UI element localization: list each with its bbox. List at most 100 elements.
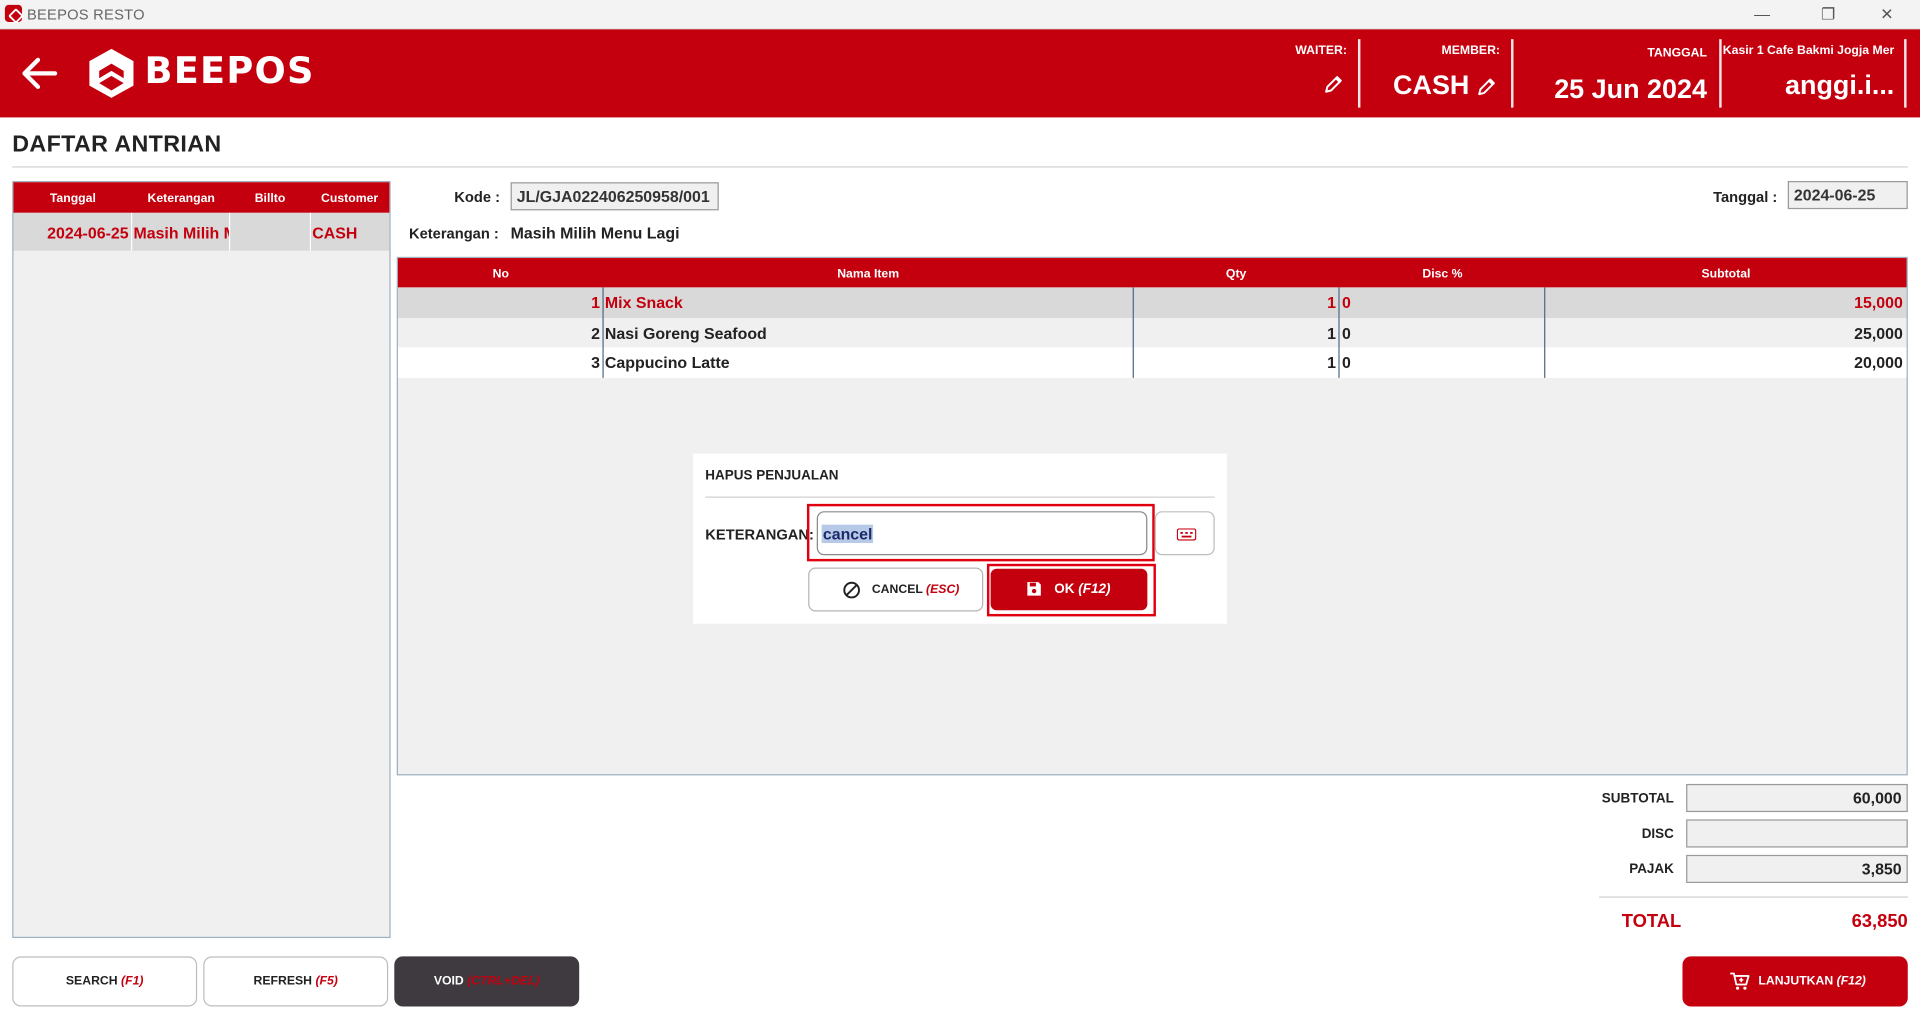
items-table-header: No Nama Item Qty Disc % Subtotal xyxy=(397,258,1907,288)
item-no: 3 xyxy=(591,353,601,372)
search-button[interactable]: SEARCH (F1) xyxy=(12,956,198,1007)
item-row[interactable]: 1 Mix Snack 1 0 15,000 xyxy=(397,287,1907,318)
cancel-button-text: CANCEL (ESC) xyxy=(871,583,960,597)
item-disc: 0 xyxy=(1342,353,1351,372)
col-no[interactable]: No xyxy=(398,268,604,281)
edit-waiter-pencil-icon[interactable] xyxy=(1324,75,1344,95)
total-label: TOTAL xyxy=(1621,911,1682,932)
queue-cell-customer: CASH xyxy=(312,223,358,243)
refresh-button[interactable]: REFRESH (F5) xyxy=(203,956,389,1007)
item-name: Mix Snack xyxy=(604,293,683,312)
keyboard-button[interactable] xyxy=(1154,511,1215,556)
tanggal-label: Tanggal : xyxy=(1713,188,1778,206)
back-arrow-icon[interactable] xyxy=(17,54,61,93)
subtotal-label: SUBTOTAL xyxy=(1601,791,1674,806)
total-value: 63,850 xyxy=(1851,911,1908,932)
item-name: Nasi Goreng Seafood xyxy=(604,323,767,342)
close-icon[interactable]: ✕ xyxy=(1871,2,1903,26)
col-customer[interactable]: Customer xyxy=(310,192,390,205)
dialog-keterangan-label: KETERANGAN: xyxy=(705,525,814,544)
dialog-title: HAPUS PENJUALAN xyxy=(705,468,839,484)
column-divider xyxy=(228,212,231,251)
disc-field xyxy=(1686,819,1908,848)
keterangan-label: Keterangan : xyxy=(408,225,499,243)
kode-field[interactable]: JL/GJA022406250958/001 xyxy=(510,182,719,211)
cashier-label: Kasir 1 Cafe Bakmi Jogja Mer xyxy=(1722,44,1895,58)
app-window: BEEPOS RESTO — ❐ ✕ BEEPOS WAITER: MEMBER… xyxy=(0,0,1920,1020)
page-title: DAFTAR ANTRIAN xyxy=(12,132,222,158)
member-label: MEMBER: xyxy=(1441,44,1501,58)
header-divider xyxy=(1904,39,1907,108)
cancel-button[interactable]: CANCEL (ESC) xyxy=(808,567,984,612)
item-no: 1 xyxy=(591,293,601,312)
ok-button[interactable]: OK (F12) xyxy=(990,568,1148,611)
col-disc[interactable]: Disc % xyxy=(1340,268,1546,281)
user-name[interactable]: anggi.i... xyxy=(1727,70,1894,102)
keterangan-value: Masih Milih Menu Lagi xyxy=(510,223,680,243)
brand-name: BEEPOS xyxy=(144,50,315,93)
item-qty: 1 xyxy=(1327,353,1336,372)
column-divider xyxy=(1544,287,1546,378)
disc-label: DISC xyxy=(1641,826,1674,842)
keyboard-icon xyxy=(1176,528,1197,541)
header-divider xyxy=(1357,39,1361,108)
waiter-label: WAITER: xyxy=(1295,44,1347,58)
minimize-icon[interactable]: — xyxy=(1746,2,1778,26)
subtotal-field: 60,000 xyxy=(1686,783,1908,813)
item-name: Cappucino Latte xyxy=(604,353,730,372)
col-billto[interactable]: Billto xyxy=(230,192,310,205)
column-divider xyxy=(1132,287,1134,378)
app-logo-icon xyxy=(4,4,23,23)
window-title: BEEPOS RESTO xyxy=(26,6,145,24)
restore-icon[interactable]: ❐ xyxy=(1812,2,1844,26)
date-label: TANGGAL xyxy=(1647,46,1707,60)
lanjutkan-button-text: LANJUTKAN (F12) xyxy=(1758,974,1866,989)
item-subtotal: 15,000 xyxy=(1854,293,1903,312)
col-subtotal[interactable]: Subtotal xyxy=(1545,268,1906,281)
item-no: 2 xyxy=(591,323,601,342)
cancel-circle-icon xyxy=(843,581,860,599)
item-subtotal: 20,000 xyxy=(1854,353,1903,372)
column-divider xyxy=(131,212,133,251)
save-disk-icon xyxy=(1027,582,1041,596)
col-tanggal[interactable]: Tanggal xyxy=(13,192,132,205)
ok-button-text: OK (F12) xyxy=(1054,582,1111,597)
title-bar: BEEPOS RESTO — ❐ ✕ xyxy=(0,0,1920,30)
tanggal-field[interactable]: 2024-06-25 xyxy=(1787,181,1908,210)
item-qty: 1 xyxy=(1327,293,1336,312)
column-divider xyxy=(309,212,312,251)
item-row[interactable]: 2 Nasi Goreng Seafood 1 0 25,000 xyxy=(397,317,1907,348)
edit-member-pencil-icon[interactable] xyxy=(1477,77,1497,97)
col-nama-item[interactable]: Nama Item xyxy=(604,268,1133,281)
queue-table: Tanggal Keterangan Billto Customer 2024-… xyxy=(12,181,391,939)
item-subtotal: 25,000 xyxy=(1854,323,1903,342)
keterangan-input-text: cancel xyxy=(821,524,874,544)
pajak-label: PAJAK xyxy=(1629,862,1674,877)
kode-label: Kode : xyxy=(454,188,501,206)
column-divider xyxy=(1338,287,1340,378)
queue-row[interactable]: 2024-06-25 Masih Milih Menu Lagi CASH xyxy=(13,212,390,251)
item-disc: 0 xyxy=(1342,293,1351,312)
member-value[interactable]: CASH xyxy=(1371,70,1469,102)
col-keterangan[interactable]: Keterangan xyxy=(132,192,230,205)
beepos-logo-icon xyxy=(89,48,134,98)
totals-divider xyxy=(1599,896,1908,898)
column-divider xyxy=(602,287,604,378)
item-row[interactable]: 3 Cappucino Latte 1 0 20,000 xyxy=(397,347,1907,378)
header-date: 25 Jun 2024 xyxy=(1554,73,1707,104)
pajak-field: 3,850 xyxy=(1686,854,1908,884)
queue-cell-keterangan: Masih Milih Menu Lagi xyxy=(133,223,229,243)
header-bar: BEEPOS WAITER: MEMBER: CASH TANGGAL 25 J… xyxy=(0,29,1920,118)
lanjutkan-button[interactable]: LANJUTKAN (F12) xyxy=(1682,956,1908,1007)
header-divider xyxy=(1511,39,1514,108)
cart-icon xyxy=(1730,972,1750,990)
queue-table-header: Tanggal Keterangan Billto Customer xyxy=(13,182,390,213)
title-divider xyxy=(12,166,1908,168)
void-button[interactable]: VOID (CTRL+DEL) xyxy=(394,956,580,1007)
item-qty: 1 xyxy=(1327,323,1336,342)
item-disc: 0 xyxy=(1342,323,1351,342)
dialog-divider xyxy=(705,496,1215,498)
keterangan-input[interactable]: cancel xyxy=(816,511,1148,556)
queue-cell-tanggal: 2024-06-25 xyxy=(47,223,129,243)
col-qty[interactable]: Qty xyxy=(1133,268,1340,281)
